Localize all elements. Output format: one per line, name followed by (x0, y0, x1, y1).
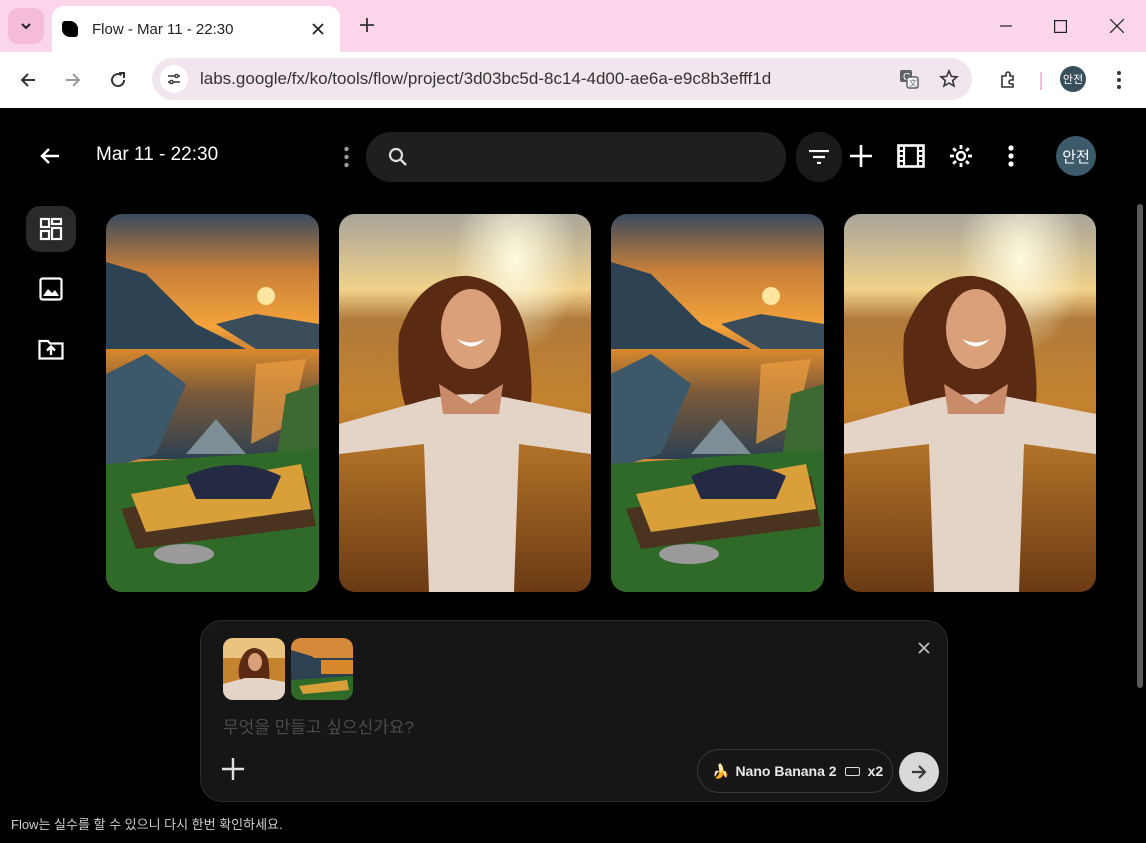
scrollbar[interactable] (1137, 204, 1143, 688)
sidebar-item-uploads[interactable] (26, 326, 76, 372)
arrow-left-icon (40, 148, 59, 164)
search-input[interactable] (422, 148, 762, 166)
output-count: x2 (867, 763, 884, 779)
more-options-button[interactable] (993, 138, 1029, 174)
gallery-item-lake[interactable] (106, 214, 319, 592)
image-icon (39, 277, 63, 301)
banana-icon: 🍌 (712, 762, 730, 779)
arrow-left-icon (20, 73, 35, 87)
tab-search-button[interactable] (8, 8, 44, 44)
profile-avatar[interactable]: 안전 (1060, 66, 1086, 92)
address-bar[interactable]: labs.google/fx/ko/tools/flow/project/3d0… (152, 58, 972, 100)
attachment-thumbnail-lake[interactable] (291, 638, 353, 700)
browser-chrome: Flow - Mar 11 - 22:30 labs.google/fx/ko/… (0, 0, 1146, 108)
woman-sunset-image (339, 214, 591, 592)
aspect-ratio-icon (844, 766, 860, 776)
svg-text:文: 文 (909, 78, 917, 88)
translate-icon: G文 (900, 70, 919, 89)
tab-title: Flow - Mar 11 - 22:30 (92, 20, 234, 38)
gallery-item-lake[interactable] (611, 214, 824, 592)
gallery-item-woman[interactable] (844, 214, 1096, 592)
model-selector[interactable]: 🍌 Nano Banana 2 x2 (697, 749, 893, 793)
back-button[interactable] (32, 138, 68, 174)
search-bar[interactable] (366, 132, 786, 182)
minimize-button[interactable] (986, 6, 1026, 46)
woman-sunset-image (223, 638, 285, 700)
plus-icon (850, 145, 872, 167)
lake-sunset-image (611, 214, 824, 592)
close-icon (312, 23, 324, 35)
star-icon (939, 69, 959, 88)
sidebar-item-grid[interactable] (26, 206, 76, 252)
kebab-menu-icon (1008, 145, 1014, 167)
site-info-button[interactable] (160, 65, 188, 93)
maximize-button[interactable] (1040, 6, 1080, 46)
browser-toolbar: labs.google/fx/ko/tools/flow/project/3d0… (0, 52, 1146, 108)
prompt-input[interactable]: 무엇을 만들고 싶으신가요? (223, 713, 414, 738)
tab-bar: Flow - Mar 11 - 22:30 (0, 0, 1146, 52)
add-button[interactable] (843, 138, 879, 174)
maximize-icon (1053, 19, 1067, 33)
browser-menu-button[interactable] (1104, 62, 1134, 98)
toolbar-divider (1040, 72, 1042, 90)
gallery-item-woman[interactable] (339, 214, 591, 592)
add-media-button[interactable] (217, 753, 249, 785)
scenebuilder-button[interactable] (893, 138, 929, 174)
model-name: Nano Banana 2 (735, 763, 837, 779)
minimize-icon (1000, 25, 1012, 27)
flow-app: Mar 11 - 22:30 안전 무엇을 만들고 싶으신가요? 🍌 Nano … (0, 108, 1146, 843)
forward-button[interactable] (55, 62, 91, 98)
reload-button[interactable] (100, 62, 136, 98)
translate-button[interactable]: G文 (892, 62, 926, 96)
disclaimer-text: Flow는 실수를 할 수 있으니 다시 한번 확인하세요. (11, 817, 283, 832)
attachment-thumbnail-woman[interactable] (223, 638, 285, 700)
extensions-button[interactable] (990, 62, 1026, 98)
tab-close-button[interactable] (304, 15, 332, 43)
browser-tab[interactable]: Flow - Mar 11 - 22:30 (52, 6, 340, 52)
project-menu-button[interactable] (334, 142, 358, 172)
grid-view-icon (39, 217, 63, 241)
film-icon (897, 144, 925, 168)
tune-icon (168, 73, 180, 85)
woman-sunset-image (844, 214, 1096, 592)
lake-sunset-image (291, 638, 353, 700)
close-icon (1110, 19, 1124, 33)
puzzle-icon (1001, 71, 1014, 88)
project-title: Mar 11 - 22:30 (96, 144, 219, 165)
settings-button[interactable] (943, 138, 979, 174)
filter-button[interactable] (796, 132, 842, 182)
kebab-menu-icon (343, 146, 349, 168)
gear-icon (950, 145, 972, 167)
kebab-menu-icon (1117, 71, 1121, 89)
send-button[interactable] (899, 752, 939, 792)
search-icon (388, 147, 407, 166)
chevron-down-icon (21, 23, 31, 30)
arrow-right-icon (912, 765, 927, 779)
reload-icon (111, 72, 126, 88)
filter-icon (809, 150, 829, 164)
sidebar-item-images[interactable] (26, 266, 76, 312)
close-icon (918, 642, 930, 654)
lake-sunset-image (106, 214, 319, 592)
new-tab-button[interactable] (352, 10, 382, 40)
bookmark-button[interactable] (932, 62, 966, 96)
plus-icon (360, 18, 374, 32)
window-close-button[interactable] (1097, 6, 1137, 46)
back-button[interactable] (10, 62, 46, 98)
prompt-composer: 무엇을 만들고 싶으신가요? 🍌 Nano Banana 2 x2 (200, 620, 948, 802)
clear-attachments-button[interactable] (911, 635, 937, 661)
url-text: labs.google/fx/ko/tools/flow/project/3d0… (200, 69, 772, 88)
flow-favicon-icon (62, 21, 78, 37)
folder-upload-icon (38, 339, 64, 360)
user-avatar[interactable]: 안전 (1056, 136, 1096, 176)
arrow-right-icon (66, 73, 81, 87)
plus-icon (222, 758, 244, 780)
